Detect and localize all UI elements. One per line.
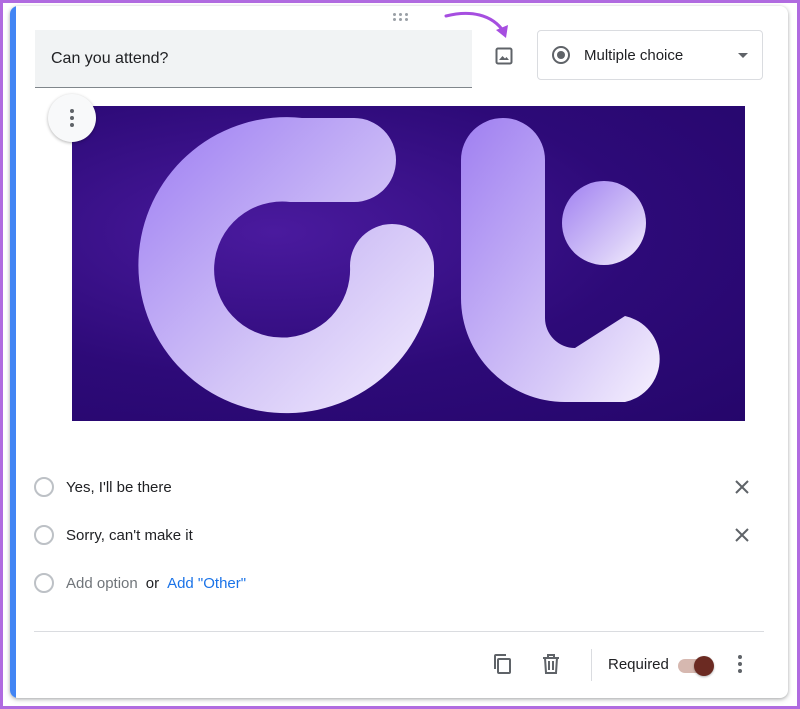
drag-handle-icon[interactable] — [393, 13, 409, 23]
option-label[interactable]: Yes, I'll be there — [66, 479, 730, 496]
footer-separator — [591, 649, 592, 681]
question-title-text: Can you attend? — [51, 50, 169, 67]
copy-icon[interactable] — [490, 652, 514, 676]
option-row: Sorry, can't make it — [34, 519, 754, 551]
close-icon[interactable] — [730, 523, 754, 547]
required-label: Required — [608, 656, 669, 673]
trash-icon[interactable] — [539, 652, 563, 676]
card-accent-bar — [10, 6, 16, 698]
toggle-thumb — [694, 656, 714, 676]
radio-option-icon — [34, 573, 54, 593]
question-title-input[interactable]: Can you attend? — [35, 30, 472, 88]
radio-option-icon — [34, 525, 54, 545]
add-other-link[interactable]: Add "Other" — [167, 575, 246, 592]
add-option-row: Add option or Add "Other" — [34, 567, 754, 599]
footer-divider — [34, 631, 764, 632]
question-type-select[interactable]: Multiple choice — [537, 30, 763, 80]
option-label[interactable]: Sorry, can't make it — [66, 527, 730, 544]
question-type-label: Multiple choice — [584, 46, 684, 64]
option-row: Yes, I'll be there — [34, 471, 754, 503]
question-image — [72, 106, 745, 421]
add-option-button[interactable]: Add option — [66, 575, 138, 592]
radio-button-icon — [552, 46, 570, 64]
image-options-button[interactable] — [48, 94, 96, 142]
pointer-arrow-icon — [444, 11, 508, 38]
chevron-down-icon — [738, 52, 748, 58]
question-card: Can you attend? Multiple choice Yes, I'l… — [10, 6, 788, 698]
or-label: or — [145, 574, 160, 592]
required-toggle[interactable] — [678, 656, 714, 676]
close-icon[interactable] — [730, 475, 754, 499]
radio-option-icon — [34, 477, 54, 497]
more-vert-icon[interactable] — [732, 654, 748, 674]
